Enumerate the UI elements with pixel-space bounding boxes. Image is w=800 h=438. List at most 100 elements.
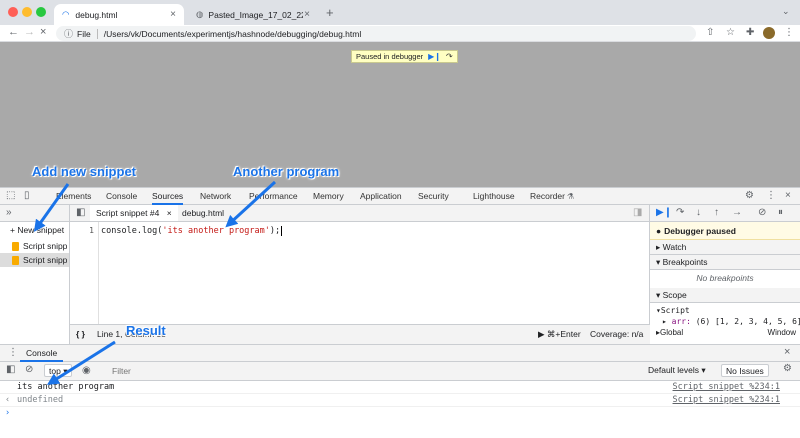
pause-on-exceptions-icon[interactable]: ⏸ bbox=[778, 207, 783, 218]
breakpoints-section-header[interactable]: ▾ Breakpoints bbox=[650, 255, 800, 270]
extensions-puzzle-icon[interactable]: ✚ bbox=[746, 27, 754, 38]
tab-sources[interactable]: Sources bbox=[152, 188, 184, 205]
close-icon[interactable]: × bbox=[785, 190, 791, 201]
paused-label: Paused in debugger bbox=[356, 52, 424, 61]
browser-tab-pasted-image[interactable]: ◍ Pasted_Image_17_02_22__1... × bbox=[188, 4, 318, 25]
browser-tab-debug[interactable]: ◠ debug.html × bbox=[54, 4, 184, 25]
tab-memory[interactable]: Memory bbox=[313, 188, 344, 205]
toggle-debugger-icon[interactable]: ◨ bbox=[633, 207, 642, 218]
step-out-icon[interactable]: ↑ bbox=[714, 207, 719, 218]
issues-button[interactable]: No Issues bbox=[721, 364, 769, 377]
toggle-navigator-icon[interactable]: ◧ bbox=[76, 207, 85, 218]
menu-kebab-icon[interactable]: ⋮ bbox=[784, 27, 794, 38]
new-snippet-button[interactable]: + New snippet bbox=[0, 222, 69, 239]
watch-section-header[interactable]: ▸ Watch bbox=[650, 240, 800, 255]
step-over-icon[interactable]: ↷ bbox=[676, 207, 684, 218]
drawer-tab-bar: ⋮ Console × bbox=[0, 344, 800, 362]
close-icon[interactable]: × bbox=[784, 346, 790, 358]
scope-variable-arr[interactable]: ▸ arr: (6) [1, 2, 3, 4, 5, 6] bbox=[650, 316, 800, 327]
tab-elements[interactable]: Elements bbox=[56, 188, 91, 205]
globe-icon: ◍ bbox=[196, 9, 204, 19]
message-text: its another program bbox=[17, 382, 115, 392]
scheme-label: File bbox=[77, 28, 91, 39]
clear-console-icon[interactable]: ⊘ bbox=[25, 364, 33, 375]
close-icon[interactable]: × bbox=[304, 9, 310, 20]
list-item[interactable]: Script snipp bbox=[0, 253, 69, 267]
tab-security[interactable]: Security bbox=[418, 188, 449, 205]
tab-search-chevron-icon[interactable]: ⌄ bbox=[782, 6, 790, 17]
log-levels-dropdown[interactable]: Default levels ▾ bbox=[648, 365, 706, 376]
console-message: its another program Script snippet %234:… bbox=[0, 381, 800, 394]
paused-in-debugger-overlay: Paused in debugger ▶❙ ↷ bbox=[351, 50, 458, 63]
scope-group-script[interactable]: ▾Script bbox=[650, 305, 800, 316]
editor-tab-debug-html[interactable]: debug.html bbox=[176, 205, 230, 221]
inspect-element-icon[interactable]: ⬚ bbox=[6, 190, 15, 201]
device-toolbar-icon[interactable]: ▯ bbox=[24, 190, 30, 201]
no-breakpoints-text: No breakpoints bbox=[696, 273, 754, 283]
coverage-status: Coverage: n/a bbox=[590, 329, 644, 339]
paused-banner-text: Debugger paused bbox=[664, 226, 736, 236]
close-icon[interactable]: × bbox=[170, 9, 176, 20]
gear-icon[interactable]: ⚙ bbox=[783, 363, 792, 374]
forward-arrow-icon[interactable]: → bbox=[24, 26, 35, 38]
scope-section-header[interactable]: ▾ Scope bbox=[650, 288, 800, 303]
step-icon[interactable]: → bbox=[732, 207, 742, 218]
filter-input[interactable] bbox=[100, 364, 640, 378]
step-into-icon[interactable]: ↓ bbox=[696, 207, 701, 218]
list-item[interactable]: Script snipp bbox=[0, 239, 69, 253]
variable-name: arr: bbox=[671, 317, 691, 326]
close-window-button[interactable] bbox=[8, 7, 18, 17]
zoom-window-button[interactable] bbox=[36, 7, 46, 17]
prompt-chevron-icon: › bbox=[5, 408, 11, 418]
message-source-link[interactable]: Script snippet %234:1 bbox=[673, 381, 780, 394]
gear-icon[interactable]: ⚙ bbox=[745, 190, 754, 201]
annotation-result: Result bbox=[126, 323, 166, 338]
line-number[interactable]: 1 bbox=[70, 224, 94, 238]
stop-loading-icon[interactable]: × bbox=[40, 26, 46, 38]
show-sidebar-icon[interactable]: ◧ bbox=[6, 364, 15, 375]
snippet-name: Script snipp bbox=[23, 241, 68, 251]
menu-kebab-icon[interactable]: ⋮ bbox=[766, 190, 776, 201]
tab-console[interactable]: Console bbox=[106, 188, 137, 205]
scope-group-global[interactable]: ▸Global Window bbox=[650, 327, 800, 338]
share-icon[interactable]: ⇧ bbox=[706, 27, 714, 38]
bookmark-star-icon[interactable]: ☆ bbox=[726, 27, 735, 38]
avatar[interactable] bbox=[763, 27, 775, 39]
console-prompt[interactable]: › bbox=[0, 407, 800, 420]
code-line[interactable]: console.log('its another program'); bbox=[101, 222, 283, 238]
info-icon[interactable]: ⓘ bbox=[64, 27, 73, 40]
context-selector[interactable]: top ▾ bbox=[44, 364, 73, 377]
minimize-window-button[interactable] bbox=[22, 7, 32, 17]
step-over-icon[interactable]: ↷ bbox=[446, 52, 453, 61]
snippet-file-icon bbox=[12, 255, 19, 265]
pretty-print-icon[interactable]: { } bbox=[76, 329, 85, 339]
more-tabs-chevron-icon[interactable]: » bbox=[6, 207, 12, 218]
tab-network[interactable]: Network bbox=[200, 188, 231, 205]
eye-icon[interactable]: ◉ bbox=[82, 365, 91, 376]
resume-icon[interactable]: ▶❙ bbox=[428, 52, 441, 61]
drawer-menu-kebab-icon[interactable]: ⋮ bbox=[8, 347, 18, 358]
result-chevron-icon: ‹ bbox=[5, 395, 11, 405]
new-tab-button[interactable]: + bbox=[326, 5, 334, 20]
deactivate-breakpoints-icon[interactable]: ⊘ bbox=[758, 207, 766, 218]
section-title: Breakpoints bbox=[662, 257, 708, 267]
tab-performance[interactable]: Performance bbox=[249, 188, 298, 205]
line-gutter[interactable]: 1 bbox=[70, 222, 99, 324]
run-snippet-button[interactable]: ▶ ⌘+Enter bbox=[538, 329, 581, 340]
variable-value: (6) [1, 2, 3, 4, 5, 6] bbox=[695, 317, 800, 326]
drawer-tab-console[interactable]: Console bbox=[20, 345, 64, 362]
tab-application[interactable]: Application bbox=[360, 188, 402, 205]
section-title: Scope bbox=[662, 290, 687, 300]
debugger-toolbar: ▶❙ ↷ ↓ ↑ → ⊘ ⏸ bbox=[650, 205, 800, 222]
scope-group-label: Global bbox=[660, 328, 684, 337]
editor-tab-snippet[interactable]: Script snippet #4 × bbox=[90, 205, 178, 221]
resume-icon[interactable]: ▶❙ bbox=[656, 207, 672, 218]
close-icon[interactable]: × bbox=[167, 208, 172, 218]
message-source-link[interactable]: Script snippet %234:1 bbox=[673, 394, 780, 407]
tab-lighthouse[interactable]: Lighthouse bbox=[473, 188, 515, 205]
omnibox[interactable]: ⓘ File /Users/vk/Documents/experimentjs/… bbox=[56, 26, 696, 41]
chevron-right-icon: ▸ bbox=[662, 317, 672, 326]
tab-recorder[interactable]: Recorder bbox=[530, 188, 565, 205]
back-arrow-icon[interactable]: ← bbox=[8, 26, 19, 38]
debugger-paused-banner: ● Debugger paused bbox=[650, 222, 800, 240]
